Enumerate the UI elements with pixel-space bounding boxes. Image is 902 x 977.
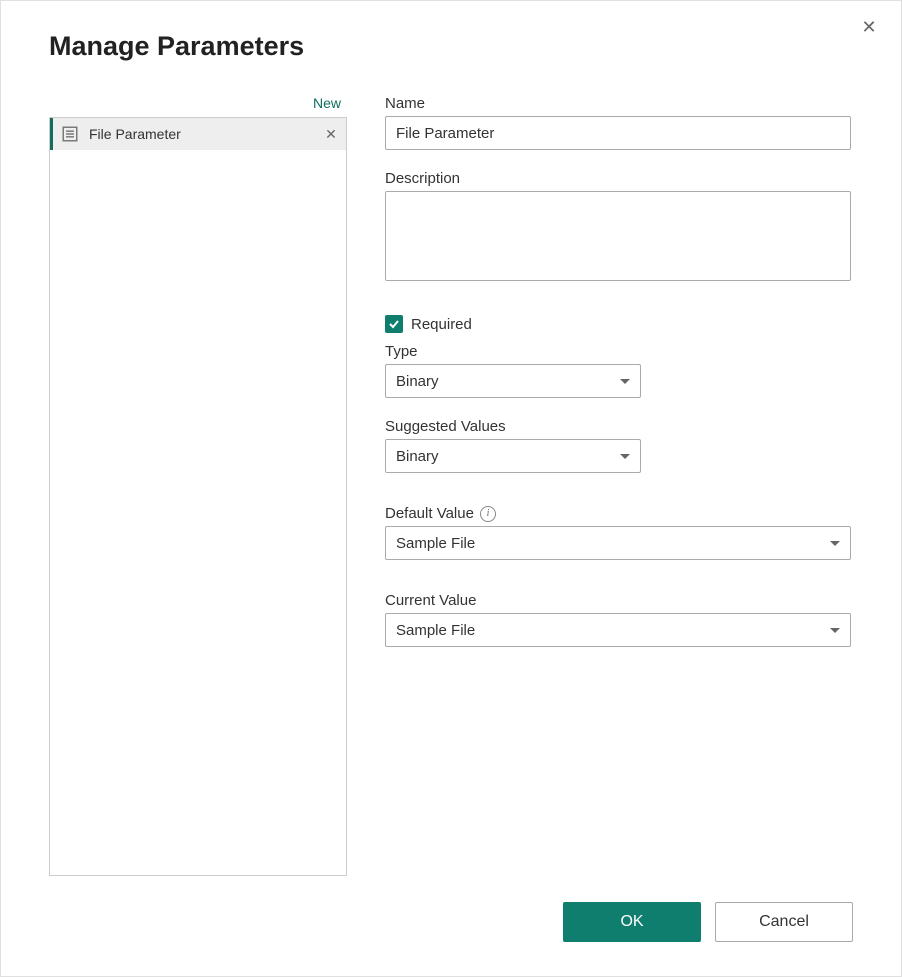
dialog-body: New File Parameter ✕ bbox=[49, 95, 851, 876]
parameter-icon bbox=[61, 125, 79, 143]
manage-parameters-dialog: ✕ Manage Parameters New File Parameter bbox=[0, 0, 902, 977]
cancel-button[interactable]: Cancel bbox=[715, 902, 853, 942]
default-value-dropdown[interactable]: Sample File bbox=[385, 526, 851, 560]
close-button[interactable]: ✕ bbox=[855, 13, 883, 41]
name-input[interactable] bbox=[385, 116, 851, 150]
required-row: Required bbox=[385, 315, 851, 333]
suggested-values-value: Binary bbox=[396, 448, 620, 465]
default-value-label: Default Value bbox=[385, 505, 474, 522]
parameter-list: File Parameter ✕ bbox=[49, 117, 347, 876]
description-label: Description bbox=[385, 170, 851, 187]
parameter-list-item[interactable]: File Parameter ✕ bbox=[50, 118, 346, 150]
suggested-values-label: Suggested Values bbox=[385, 418, 851, 435]
background-ribbon bbox=[1, 1, 901, 15]
required-checkbox[interactable] bbox=[385, 315, 403, 333]
ok-button[interactable]: OK bbox=[563, 902, 701, 942]
dialog-title: Manage Parameters bbox=[49, 31, 304, 62]
current-value-label: Current Value bbox=[385, 592, 851, 609]
dialog-footer: OK Cancel bbox=[563, 902, 853, 942]
suggested-values-dropdown[interactable]: Binary bbox=[385, 439, 641, 473]
parameter-item-label: File Parameter bbox=[89, 126, 312, 142]
chevron-down-icon bbox=[830, 541, 840, 546]
left-panel: New File Parameter ✕ bbox=[49, 95, 347, 876]
type-dropdown[interactable]: Binary bbox=[385, 364, 641, 398]
parameter-form: Name Description Required Type Binary bbox=[347, 95, 851, 876]
info-icon[interactable]: i bbox=[480, 506, 496, 522]
current-value-dropdown[interactable]: Sample File bbox=[385, 613, 851, 647]
close-icon: ✕ bbox=[861, 17, 876, 38]
required-label: Required bbox=[411, 316, 472, 333]
name-label: Name bbox=[385, 95, 851, 112]
default-value-text: Sample File bbox=[396, 535, 830, 552]
type-value: Binary bbox=[396, 373, 620, 390]
chevron-down-icon bbox=[830, 628, 840, 633]
description-input[interactable] bbox=[385, 191, 851, 281]
type-label: Type bbox=[385, 343, 851, 360]
delete-parameter-icon[interactable]: ✕ bbox=[322, 125, 340, 143]
current-value-text: Sample File bbox=[396, 622, 830, 639]
check-icon bbox=[388, 318, 400, 330]
new-parameter-link[interactable]: New bbox=[49, 95, 347, 117]
chevron-down-icon bbox=[620, 379, 630, 384]
chevron-down-icon bbox=[620, 454, 630, 459]
